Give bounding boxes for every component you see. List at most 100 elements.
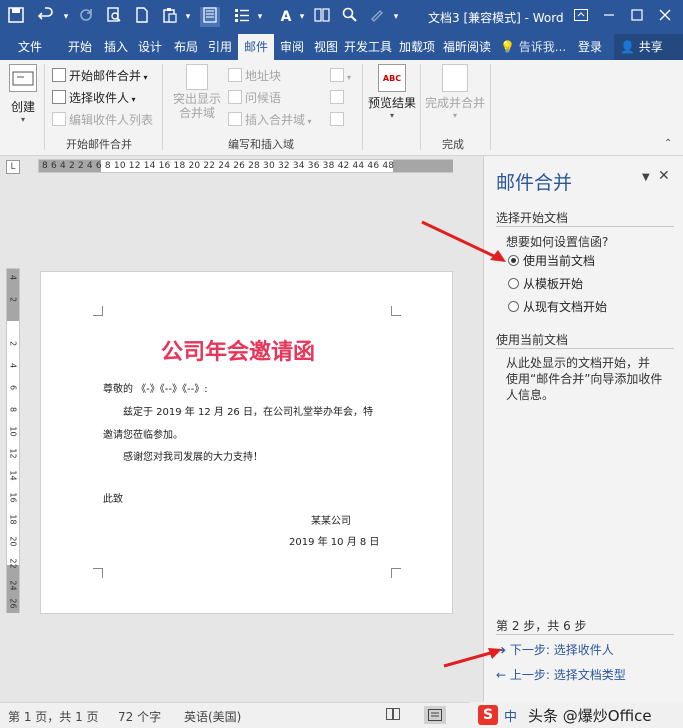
previous-step-link[interactable]: ← 上一步: 选择文档类型 — [496, 666, 626, 683]
closing-line[interactable]: 此致 — [103, 490, 123, 505]
collapse-ribbon-icon[interactable]: ⌃ — [664, 138, 672, 149]
new-icon[interactable] — [132, 7, 152, 27]
vruler-number: 14 — [8, 470, 18, 481]
create-label: 创建 — [10, 100, 35, 114]
horizontal-ruler[interactable]: 8 6 4 2 2 4 6 8 10 12 14 16 18 20 22 24 … — [38, 159, 453, 173]
document-page[interactable]: 公司年会邀请函 尊敬的 《-》《--》《--》: 兹定于 2019 年 12 月… — [40, 271, 453, 614]
highlight-merge-fields-label: 突出显示 合并域 — [172, 92, 221, 120]
crop-mark — [93, 568, 103, 578]
letter-heading[interactable]: 公司年会邀请函 — [161, 334, 315, 366]
pane-description-line: 人信息。 — [506, 388, 555, 402]
highlight-merge-fields-button[interactable]: 突出显示 合并域 — [168, 64, 226, 120]
redo-icon[interactable] — [76, 7, 96, 27]
tab-addins[interactable]: 加载项 — [396, 34, 438, 60]
person-icon: 👤 — [620, 40, 635, 54]
greeting-icon — [228, 90, 242, 104]
radio-use-current-document[interactable]: 使用当前文档 — [508, 252, 595, 270]
sender-line[interactable]: 某某公司 — [311, 512, 351, 527]
update-labels-icon — [330, 112, 344, 126]
tab-references[interactable]: 引用 — [204, 34, 236, 60]
start-mail-merge-button[interactable]: 开始邮件合并 ▾ — [52, 66, 148, 86]
chevron-down-icon: ▾ — [141, 73, 148, 82]
body-line-2[interactable]: 邀请您莅临参加。 — [103, 426, 183, 441]
tab-developer[interactable]: 开发工具 — [344, 34, 392, 60]
undo-icon[interactable] — [36, 7, 56, 27]
font-color-dropdown-icon[interactable]: ▾ — [292, 7, 312, 27]
section-use-current-doc: 使用当前文档 — [496, 333, 569, 347]
preview-results-button[interactable]: ABC 预览结果 ▾ — [366, 64, 418, 120]
pane-close-icon[interactable]: ✕ — [658, 168, 670, 184]
tab-review[interactable]: 审阅 — [276, 34, 308, 60]
edit-recipients-label: 编辑收件人列表 — [69, 113, 154, 127]
tab-home[interactable]: 开始 — [64, 34, 96, 60]
finish-merge-button[interactable]: 完成并合并 ▾ — [422, 64, 488, 120]
customize-icon[interactable]: ▾ — [386, 7, 406, 27]
pane-options-icon[interactable]: ▼ — [642, 172, 650, 183]
tab-file[interactable]: 文件 — [8, 34, 52, 60]
print-preview-icon[interactable] — [104, 7, 124, 27]
bullets-dropdown-icon[interactable]: ▾ — [250, 7, 270, 27]
tab-selector[interactable]: L — [6, 160, 20, 174]
create-button[interactable]: 创建 ▾ — [6, 64, 40, 124]
document-title: 文档3 [兼容模式] - Word — [428, 11, 564, 25]
greeting-line-button[interactable]: 问候语 — [228, 88, 281, 108]
minimize-icon[interactable] — [596, 5, 622, 29]
tell-me-box[interactable]: 💡 告诉我... — [500, 34, 566, 60]
pane-divider — [496, 634, 674, 635]
body-line-3[interactable]: 感谢您对我司发展的大力支持！ — [123, 448, 263, 463]
ribbon-display-icon[interactable] — [568, 5, 594, 29]
tab-view[interactable]: 视图 — [310, 34, 342, 60]
maximize-icon[interactable] — [624, 5, 650, 29]
ruler-area: L 8 6 4 2 2 4 6 8 10 12 14 16 18 20 22 2… — [0, 156, 483, 178]
tab-layout[interactable]: 布局 — [170, 34, 202, 60]
print-layout-icon[interactable] — [424, 706, 446, 724]
tab-foxit[interactable]: 福昕阅读 — [442, 34, 492, 60]
radio-start-from-existing[interactable]: 从现有文档开始 — [508, 298, 607, 316]
vruler-number: 8 — [8, 406, 18, 413]
sogou-logo-icon: S — [478, 705, 498, 725]
body-line-1[interactable]: 兹定于 2019 年 12 月 26 日，在公司礼堂举办年会，特 — [123, 403, 373, 418]
match-fields-button[interactable] — [330, 88, 347, 108]
next-step-link[interactable]: ➔ 下一步: 选择收件人 — [496, 641, 614, 658]
format-painter-icon[interactable] — [368, 7, 388, 27]
crop-mark — [93, 306, 103, 316]
date-line[interactable]: 2019 年 10 月 8 日 — [289, 533, 379, 548]
crop-mark — [391, 306, 401, 316]
vruler-number: 2 — [8, 296, 18, 303]
word-count[interactable]: 72 个字 — [118, 708, 161, 725]
undo-dropdown-icon[interactable]: ▾ — [56, 7, 76, 27]
vruler-number: 22 — [8, 558, 18, 569]
salutation-line[interactable]: 尊敬的 《-》《--》《--》: — [103, 380, 208, 395]
bullets-icon[interactable] — [232, 7, 252, 27]
radio-label: 使用当前文档 — [523, 254, 596, 268]
paste-dropdown-icon[interactable]: ▾ — [178, 7, 198, 27]
chevron-down-icon: ▾ — [129, 95, 136, 104]
columns-icon[interactable] — [312, 7, 332, 27]
previous-step-label: 上一步: 选择文档类型 — [509, 668, 626, 682]
find-icon[interactable] — [340, 7, 360, 27]
tab-mailings[interactable]: 邮件 — [238, 34, 274, 60]
vruler-number: 18 — [8, 514, 18, 525]
read-mode-icon[interactable] — [386, 708, 400, 723]
edit-recipients-button[interactable]: 编辑收件人列表 — [52, 110, 153, 130]
close-icon[interactable] — [652, 5, 678, 29]
share-button[interactable]: 👤 共享 — [614, 34, 683, 60]
tab-design[interactable]: 设计 — [134, 34, 166, 60]
next-step-label: 下一步: 选择收件人 — [509, 643, 614, 657]
login-button[interactable]: 登录 — [578, 34, 602, 60]
tab-insert[interactable]: 插入 — [100, 34, 132, 60]
vertical-ruler[interactable]: 4 2 2 4 6 8 10 12 14 16 18 20 22 24 26 — [6, 268, 20, 613]
vruler-number: 20 — [8, 536, 18, 547]
insert-merge-field-button[interactable]: 插入合并域 ▾ — [228, 110, 312, 130]
save-icon[interactable] — [6, 7, 26, 27]
address-block-button[interactable]: 地址块 — [228, 66, 281, 86]
update-labels-button[interactable] — [330, 110, 347, 130]
paste-icon[interactable] — [160, 7, 180, 27]
select-recipients-button[interactable]: 选择收件人 ▾ — [52, 88, 136, 108]
rules-button[interactable]: ▾ — [330, 66, 351, 86]
touch-mode-icon[interactable] — [200, 7, 220, 27]
language[interactable]: 英语(美国) — [184, 708, 241, 725]
pane-divider — [496, 226, 674, 227]
radio-start-from-template[interactable]: 从模板开始 — [508, 275, 583, 293]
page-count[interactable]: 第 1 页，共 1 页 — [8, 708, 99, 725]
